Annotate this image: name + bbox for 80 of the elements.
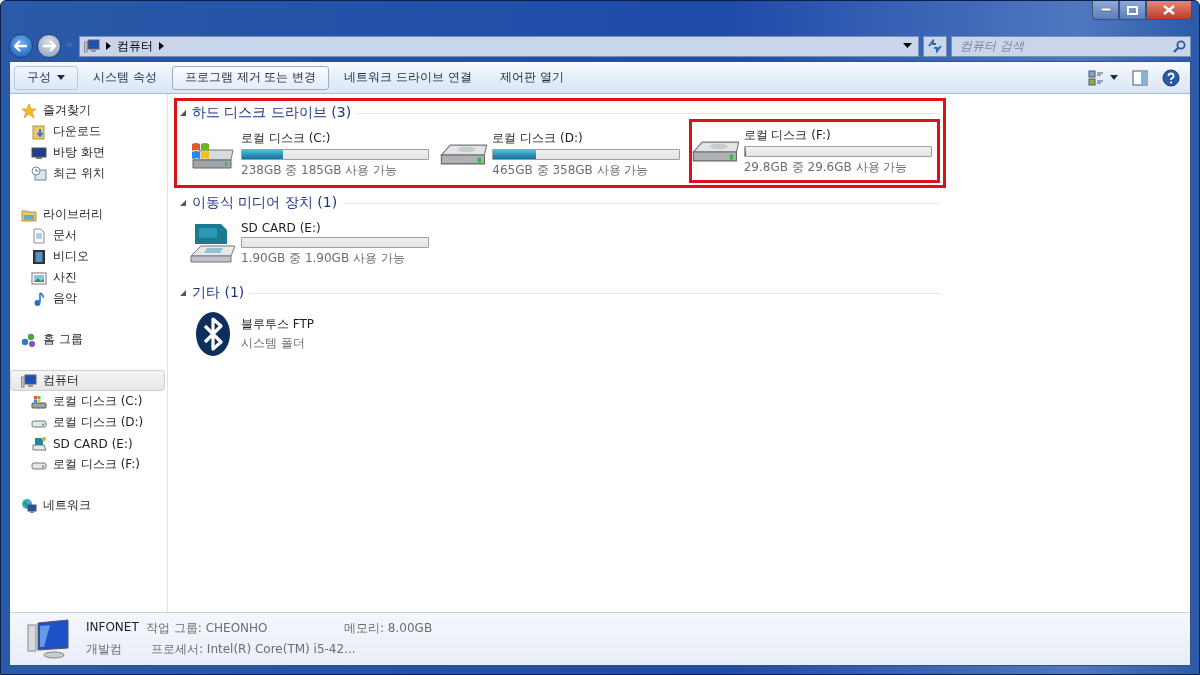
processor-text: 프로세서: Intel(R) Core(TM) i5-42... <box>150 641 357 658</box>
document-icon <box>31 227 47 244</box>
picture-icon <box>31 269 47 286</box>
group-title: 하드 디스크 드라이브 (3) <box>192 104 352 122</box>
nav-item[interactable]: 로컬 디스크 (D:) <box>10 412 165 433</box>
spheres-icon <box>21 331 37 348</box>
star-icon <box>21 102 37 119</box>
view-options-button[interactable] <box>1088 69 1118 86</box>
view-list-icon <box>1088 69 1104 86</box>
collapse-triangle-icon[interactable] <box>180 200 186 206</box>
nav-item[interactable]: 문서 <box>10 225 165 246</box>
drive-icon <box>440 143 489 165</box>
nav-item[interactable]: 비디오 <box>10 246 165 267</box>
drive-icon <box>31 393 47 410</box>
group-title: 기타 (1) <box>192 284 245 302</box>
nav-item[interactable]: 로컬 디스크 (C:) <box>10 391 165 412</box>
drive-item[interactable]: SD CARD (E:) 1.90GB 중 1.90GB 사용 가능 <box>186 215 440 273</box>
minimize-icon <box>1100 8 1111 12</box>
monitor-icon <box>31 144 47 161</box>
nav-item[interactable]: 최근 위치 <box>10 163 165 184</box>
drive-item[interactable]: 로컬 디스크 (C:) 238GB 중 185GB 사용 가능 <box>186 125 438 183</box>
address-bar[interactable]: 컴퓨터 <box>79 35 919 57</box>
toolbar-button[interactable]: 시스템 속성 <box>80 65 170 90</box>
nav-item[interactable]: 홈 그룹 <box>10 329 165 350</box>
search-field[interactable]: 컴퓨터 검색 <box>951 35 1191 57</box>
search-icon <box>1173 39 1186 53</box>
nav-item[interactable]: 라이브러리 <box>10 204 165 225</box>
highlighted-drive-item[interactable]: 로컬 디스크 (F:) 29.8GB 중 29.6GB 사용 가능 <box>688 119 940 183</box>
folder-icon <box>31 123 47 140</box>
computer-description: 개발컴 <box>86 641 123 658</box>
drive-icon <box>691 140 740 162</box>
nav-item[interactable]: 컴퓨터 <box>10 370 165 391</box>
collapse-triangle-icon[interactable] <box>180 110 186 116</box>
help-button[interactable] <box>1162 68 1180 87</box>
nav-item[interactable]: 즐겨찾기 <box>10 100 165 121</box>
pane-icon <box>1132 69 1148 86</box>
breadcrumb[interactable]: 컴퓨터 <box>117 37 153 55</box>
preview-pane-button[interactable] <box>1132 69 1148 86</box>
nav-item[interactable]: 다운로드 <box>10 121 165 142</box>
toolbar-button[interactable]: 제어판 열기 <box>486 65 577 90</box>
collapse-triangle-icon[interactable] <box>180 290 186 296</box>
refresh-icon <box>927 39 943 53</box>
nav-item[interactable]: 네트워크 <box>10 495 165 516</box>
workgroup-text: 작업 그룹: CHEONHO <box>146 620 269 637</box>
drive-item[interactable]: 블루투스 FTP 시스템 폴더 <box>186 305 440 363</box>
computer-name: INFONET <box>86 620 140 636</box>
sd-card-icon <box>31 435 47 452</box>
toolbar-button[interactable]: 네트워크 드라이브 연결 <box>331 65 485 90</box>
close-button[interactable] <box>1146 1 1192 20</box>
nav-item[interactable]: 음악 <box>10 288 165 309</box>
film-icon <box>31 248 47 265</box>
nav-item[interactable]: 바탕 화면 <box>10 142 165 163</box>
chevron-icon <box>159 42 164 50</box>
maximize-button[interactable] <box>1119 1 1146 20</box>
chevron-icon <box>106 42 111 50</box>
memory-text: 메모리: 8.00GB <box>344 620 433 637</box>
left-arrow-icon <box>14 40 28 52</box>
computer-icon <box>84 38 100 54</box>
nav-item[interactable]: 사진 <box>10 267 165 288</box>
back-button[interactable] <box>9 34 33 58</box>
right-arrow-icon <box>42 40 56 52</box>
close-icon <box>1163 5 1175 15</box>
nav-item[interactable]: SD CARD (E:) <box>10 433 165 454</box>
computer-icon <box>26 619 72 659</box>
network-icon <box>21 497 37 514</box>
help-icon <box>1162 68 1180 87</box>
caret-icon[interactable] <box>903 43 912 49</box>
computer-icon <box>21 372 37 389</box>
group-title: 이동식 미디어 장치 (1) <box>192 194 338 212</box>
clock-window-icon <box>31 165 47 182</box>
drive-item[interactable]: 로컬 디스크 (D:) 465GB 중 358GB 사용 가능 <box>437 125 689 183</box>
toolbar-button[interactable]: 프로그램 제거 또는 변경 <box>171 65 330 90</box>
caret-icon <box>57 75 65 80</box>
refresh-button[interactable] <box>923 35 947 57</box>
minimize-button[interactable] <box>1092 1 1119 20</box>
nav-item[interactable]: 로컬 디스크 (F:) <box>10 454 165 475</box>
forward-button[interactable] <box>37 34 61 58</box>
toolbar-button[interactable]: 구성 <box>14 65 78 90</box>
caret-icon <box>1110 75 1118 80</box>
maximize-icon <box>1127 5 1138 15</box>
